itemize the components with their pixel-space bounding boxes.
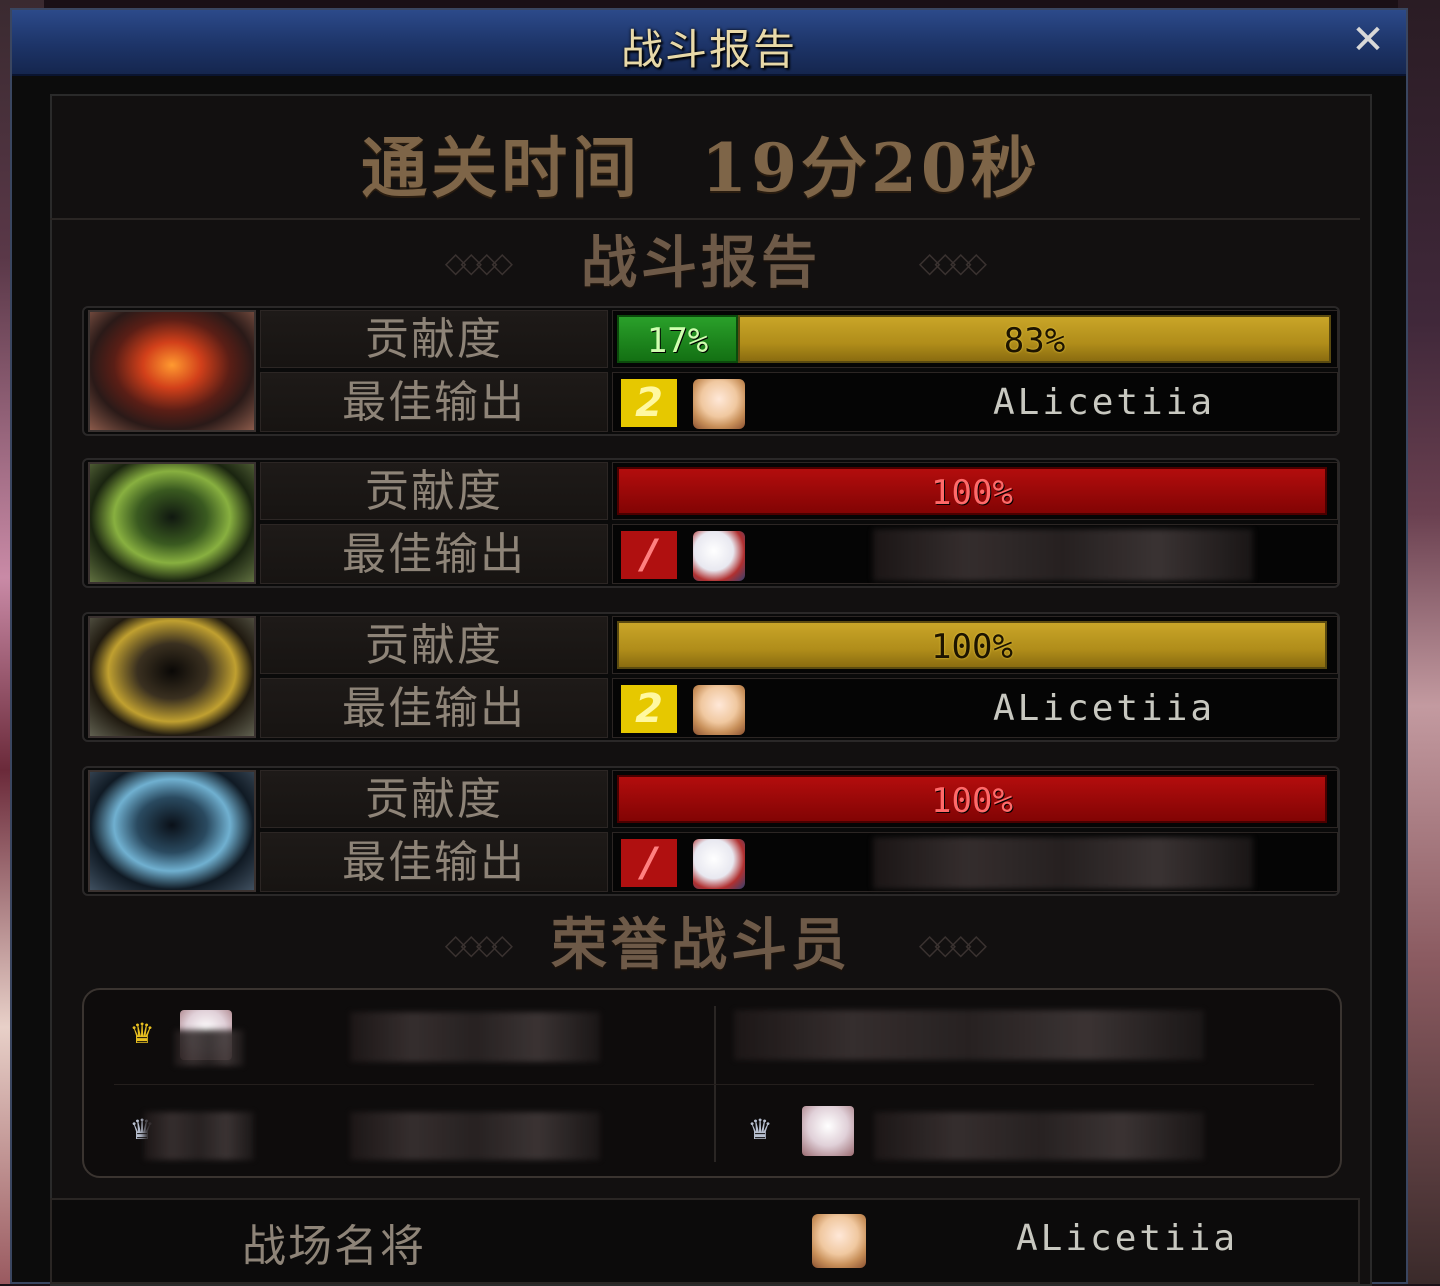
- contribution-percent: 100%: [931, 473, 1013, 513]
- honor-panel: ♛ ♛ ♛: [82, 988, 1342, 1178]
- contribution-bar: 100%: [617, 775, 1327, 823]
- best-damage-label: 最佳输出: [260, 372, 608, 432]
- contribution-label: 贡献度: [260, 616, 608, 674]
- player-avatar[interactable]: [693, 839, 745, 889]
- boss-row: 贡献度 最佳输出 100% 2 ALicetiia: [82, 612, 1340, 742]
- mvp-label: 战场名将: [242, 1221, 426, 1272]
- mvp-player-name[interactable]: ALicetiia: [1016, 1218, 1238, 1259]
- contribution-bar-track: 100%: [612, 770, 1338, 828]
- best-damage-cell: 2 ALicetiia: [612, 372, 1338, 432]
- redacted-name: [350, 1012, 600, 1062]
- clear-time-label: 通关时间: [361, 129, 642, 207]
- contribution-bar: 100%: [617, 621, 1327, 669]
- contribution-bar-track: 17% 83%: [612, 310, 1338, 368]
- clear-time-value: 19分20秒: [701, 129, 1041, 207]
- redacted-name: [874, 1112, 1204, 1160]
- silver-crown-icon: ♛: [747, 1113, 773, 1146]
- redacted-name: [350, 1112, 600, 1160]
- player-name[interactable]: ALicetiia: [993, 373, 1215, 433]
- redacted-name: [734, 1010, 1204, 1060]
- rank-badge: 2: [621, 685, 677, 733]
- player-name[interactable]: ALicetiia: [993, 679, 1215, 739]
- boss-row: 贡献度 最佳输出 100% /: [82, 766, 1340, 896]
- rank-badge: /: [621, 531, 677, 579]
- section-honor-title: 荣誉战斗员: [551, 912, 851, 978]
- redacted-name: [873, 529, 1253, 581]
- boss-row: 贡献度 最佳输出 100% /: [82, 458, 1340, 588]
- gold-mask-icon: [88, 616, 256, 738]
- contribution-bar: 17%: [617, 315, 738, 363]
- section-honor-heading: ◇◇◇◇ 荣誉战斗员 ◇◇◇◇: [40, 910, 1362, 980]
- ornament-left-icon: ◇◇◇◇: [444, 246, 513, 279]
- window-title: 战斗报告: [620, 25, 797, 74]
- ornament-left-icon: ◇◇◇◇: [444, 928, 513, 961]
- best-damage-cell: /: [612, 524, 1338, 584]
- contribution-label: 贡献度: [260, 310, 608, 368]
- player-avatar[interactable]: [693, 379, 745, 429]
- rank-badge: /: [621, 839, 677, 887]
- contribution-percent: 83%: [1003, 321, 1066, 361]
- section-report-title: 战斗报告: [581, 230, 821, 296]
- ornament-right-icon: ◇◇◇◇: [918, 246, 987, 279]
- redacted-name: [174, 1030, 244, 1066]
- player-avatar[interactable]: [693, 685, 745, 735]
- avatar[interactable]: [802, 1106, 854, 1156]
- ornament-right-icon: ◇◇◇◇: [918, 928, 987, 961]
- contribution-percent: 100%: [931, 781, 1013, 821]
- divider: [50, 218, 1360, 220]
- blue-mask-icon: [88, 770, 256, 892]
- contribution-percent: 17%: [646, 321, 709, 361]
- best-damage-label: 最佳输出: [260, 832, 608, 892]
- contribution-bar-track: 100%: [612, 462, 1338, 520]
- honor-divider-h: [114, 1084, 1314, 1085]
- title-bar[interactable]: 战斗报告 ✕: [12, 10, 1406, 76]
- contribution-bar: 83%: [738, 315, 1331, 363]
- redacted-name: [873, 837, 1253, 889]
- gold-crown-icon: ♛: [129, 1017, 155, 1050]
- clear-time: 通关时间 19分20秒: [40, 98, 1362, 208]
- fire-mask-icon: [88, 310, 256, 432]
- green-mask-icon: [88, 462, 256, 584]
- player-avatar[interactable]: [693, 531, 745, 581]
- best-damage-cell: 2 ALicetiia: [612, 678, 1338, 738]
- mvp-avatar[interactable]: [812, 1214, 866, 1268]
- contribution-bar-track: 100%: [612, 616, 1338, 674]
- contribution-label: 贡献度: [260, 462, 608, 520]
- best-damage-label: 最佳输出: [260, 678, 608, 738]
- close-icon[interactable]: ✕: [1348, 20, 1388, 60]
- best-damage-label: 最佳输出: [260, 524, 608, 584]
- rank-badge: 2: [621, 379, 677, 427]
- mvp-footer: 战场名将 ALicetiia: [50, 1198, 1360, 1284]
- section-report-heading: ◇◇◇◇ 战斗报告 ◇◇◇◇: [40, 228, 1362, 298]
- redacted-avatar: [144, 1112, 254, 1160]
- contribution-label: 贡献度: [260, 770, 608, 828]
- boss-row: 贡献度 最佳输出 17% 83% 2 ALicetiia: [82, 306, 1340, 436]
- contribution-bar: 100%: [617, 467, 1327, 515]
- best-damage-cell: /: [612, 832, 1338, 892]
- contribution-percent: 100%: [931, 627, 1013, 667]
